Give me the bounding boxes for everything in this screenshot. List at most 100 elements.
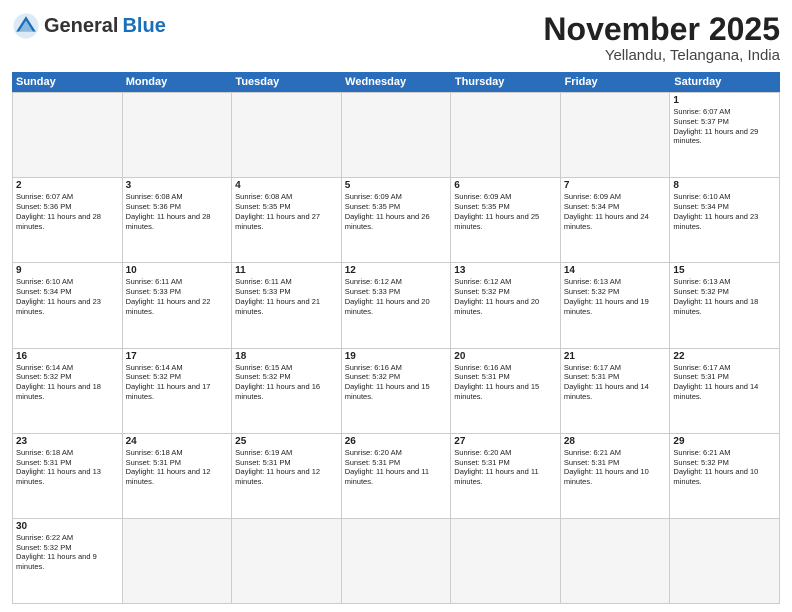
- cell-info: Sunrise: 6:12 AM Sunset: 5:32 PM Dayligh…: [454, 277, 557, 316]
- cell-date: 11: [235, 265, 338, 276]
- calendar-body: 1Sunrise: 6:07 AM Sunset: 5:37 PM Daylig…: [12, 92, 780, 604]
- calendar-cell: 30Sunrise: 6:22 AM Sunset: 5:32 PM Dayli…: [13, 519, 123, 603]
- calendar-cell: 8Sunrise: 6:10 AM Sunset: 5:34 PM Daylig…: [670, 178, 780, 262]
- calendar-cell: 9Sunrise: 6:10 AM Sunset: 5:34 PM Daylig…: [13, 263, 123, 347]
- cell-info: Sunrise: 6:08 AM Sunset: 5:35 PM Dayligh…: [235, 192, 338, 231]
- cell-date: 18: [235, 351, 338, 362]
- page: General Blue November 2025 Yellandu, Tel…: [0, 0, 792, 612]
- cell-info: Sunrise: 6:22 AM Sunset: 5:32 PM Dayligh…: [16, 533, 119, 572]
- month-title: November 2025: [543, 12, 780, 47]
- cell-date: 8: [673, 180, 776, 191]
- cell-info: Sunrise: 6:11 AM Sunset: 5:33 PM Dayligh…: [126, 277, 229, 316]
- day-header-friday: Friday: [561, 72, 671, 92]
- cell-info: Sunrise: 6:15 AM Sunset: 5:32 PM Dayligh…: [235, 363, 338, 402]
- cell-info: Sunrise: 6:13 AM Sunset: 5:32 PM Dayligh…: [564, 277, 667, 316]
- cell-info: Sunrise: 6:07 AM Sunset: 5:37 PM Dayligh…: [673, 107, 776, 146]
- calendar-row-4: 23Sunrise: 6:18 AM Sunset: 5:31 PM Dayli…: [13, 434, 780, 519]
- calendar-row-1: 2Sunrise: 6:07 AM Sunset: 5:36 PM Daylig…: [13, 178, 780, 263]
- calendar-cell: 5Sunrise: 6:09 AM Sunset: 5:35 PM Daylig…: [342, 178, 452, 262]
- calendar-cell: 23Sunrise: 6:18 AM Sunset: 5:31 PM Dayli…: [13, 434, 123, 518]
- logo-area: General Blue: [12, 12, 166, 40]
- calendar-cell: 20Sunrise: 6:16 AM Sunset: 5:31 PM Dayli…: [451, 349, 561, 433]
- calendar-row-3: 16Sunrise: 6:14 AM Sunset: 5:32 PM Dayli…: [13, 349, 780, 434]
- cell-date: 25: [235, 436, 338, 447]
- logo: General Blue: [12, 12, 166, 40]
- calendar-cell: 26Sunrise: 6:20 AM Sunset: 5:31 PM Dayli…: [342, 434, 452, 518]
- cell-info: Sunrise: 6:10 AM Sunset: 5:34 PM Dayligh…: [673, 192, 776, 231]
- cell-info: Sunrise: 6:14 AM Sunset: 5:32 PM Dayligh…: [16, 363, 119, 402]
- calendar-cell: 22Sunrise: 6:17 AM Sunset: 5:31 PM Dayli…: [670, 349, 780, 433]
- cell-info: Sunrise: 6:21 AM Sunset: 5:32 PM Dayligh…: [673, 448, 776, 487]
- calendar-cell: 14Sunrise: 6:13 AM Sunset: 5:32 PM Dayli…: [561, 263, 671, 347]
- calendar-cell: 21Sunrise: 6:17 AM Sunset: 5:31 PM Dayli…: [561, 349, 671, 433]
- cell-info: Sunrise: 6:14 AM Sunset: 5:32 PM Dayligh…: [126, 363, 229, 402]
- cell-date: 21: [564, 351, 667, 362]
- calendar-cell: [670, 519, 780, 603]
- cell-info: Sunrise: 6:07 AM Sunset: 5:36 PM Dayligh…: [16, 192, 119, 231]
- cell-date: 15: [673, 265, 776, 276]
- calendar-cell: [451, 519, 561, 603]
- cell-info: Sunrise: 6:12 AM Sunset: 5:33 PM Dayligh…: [345, 277, 448, 316]
- calendar-row-2: 9Sunrise: 6:10 AM Sunset: 5:34 PM Daylig…: [13, 263, 780, 348]
- cell-info: Sunrise: 6:10 AM Sunset: 5:34 PM Dayligh…: [16, 277, 119, 316]
- cell-date: 17: [126, 351, 229, 362]
- calendar-cell: 29Sunrise: 6:21 AM Sunset: 5:32 PM Dayli…: [670, 434, 780, 518]
- cell-info: Sunrise: 6:08 AM Sunset: 5:36 PM Dayligh…: [126, 192, 229, 231]
- calendar-cell: 27Sunrise: 6:20 AM Sunset: 5:31 PM Dayli…: [451, 434, 561, 518]
- calendar-cell: 19Sunrise: 6:16 AM Sunset: 5:32 PM Dayli…: [342, 349, 452, 433]
- calendar-row-5: 30Sunrise: 6:22 AM Sunset: 5:32 PM Dayli…: [13, 519, 780, 604]
- calendar-cell: [232, 519, 342, 603]
- cell-date: 6: [454, 180, 557, 191]
- cell-date: 16: [16, 351, 119, 362]
- cell-info: Sunrise: 6:18 AM Sunset: 5:31 PM Dayligh…: [126, 448, 229, 487]
- logo-icon: [12, 12, 40, 40]
- calendar-cell: 25Sunrise: 6:19 AM Sunset: 5:31 PM Dayli…: [232, 434, 342, 518]
- cell-date: 5: [345, 180, 448, 191]
- cell-date: 30: [16, 521, 119, 532]
- calendar-cell: 13Sunrise: 6:12 AM Sunset: 5:32 PM Dayli…: [451, 263, 561, 347]
- calendar-cell: [123, 93, 233, 177]
- logo-text-blue: Blue: [122, 15, 165, 38]
- cell-date: 10: [126, 265, 229, 276]
- calendar-cell: 2Sunrise: 6:07 AM Sunset: 5:36 PM Daylig…: [13, 178, 123, 262]
- calendar-cell: 11Sunrise: 6:11 AM Sunset: 5:33 PM Dayli…: [232, 263, 342, 347]
- calendar-cell: 15Sunrise: 6:13 AM Sunset: 5:32 PM Dayli…: [670, 263, 780, 347]
- calendar-cell: [232, 93, 342, 177]
- cell-info: Sunrise: 6:20 AM Sunset: 5:31 PM Dayligh…: [454, 448, 557, 487]
- calendar-cell: [123, 519, 233, 603]
- calendar-cell: 3Sunrise: 6:08 AM Sunset: 5:36 PM Daylig…: [123, 178, 233, 262]
- calendar-cell: 12Sunrise: 6:12 AM Sunset: 5:33 PM Dayli…: [342, 263, 452, 347]
- day-header-thursday: Thursday: [451, 72, 561, 92]
- cell-date: 22: [673, 351, 776, 362]
- cell-date: 26: [345, 436, 448, 447]
- calendar-cell: 17Sunrise: 6:14 AM Sunset: 5:32 PM Dayli…: [123, 349, 233, 433]
- cell-date: 29: [673, 436, 776, 447]
- cell-info: Sunrise: 6:18 AM Sunset: 5:31 PM Dayligh…: [16, 448, 119, 487]
- calendar-cell: 1Sunrise: 6:07 AM Sunset: 5:37 PM Daylig…: [670, 93, 780, 177]
- calendar-cell: [561, 93, 671, 177]
- cell-info: Sunrise: 6:16 AM Sunset: 5:32 PM Dayligh…: [345, 363, 448, 402]
- cell-date: 7: [564, 180, 667, 191]
- cell-date: 28: [564, 436, 667, 447]
- calendar-cell: [13, 93, 123, 177]
- cell-info: Sunrise: 6:17 AM Sunset: 5:31 PM Dayligh…: [673, 363, 776, 402]
- day-header-sunday: Sunday: [12, 72, 122, 92]
- location: Yellandu, Telangana, India: [543, 47, 780, 64]
- cell-info: Sunrise: 6:20 AM Sunset: 5:31 PM Dayligh…: [345, 448, 448, 487]
- cell-info: Sunrise: 6:21 AM Sunset: 5:31 PM Dayligh…: [564, 448, 667, 487]
- calendar-cell: 7Sunrise: 6:09 AM Sunset: 5:34 PM Daylig…: [561, 178, 671, 262]
- calendar-row-0: 1Sunrise: 6:07 AM Sunset: 5:37 PM Daylig…: [13, 93, 780, 178]
- day-header-saturday: Saturday: [670, 72, 780, 92]
- cell-info: Sunrise: 6:13 AM Sunset: 5:32 PM Dayligh…: [673, 277, 776, 316]
- calendar-cell: [342, 519, 452, 603]
- day-headers: SundayMondayTuesdayWednesdayThursdayFrid…: [12, 72, 780, 92]
- cell-date: 12: [345, 265, 448, 276]
- cell-info: Sunrise: 6:09 AM Sunset: 5:35 PM Dayligh…: [345, 192, 448, 231]
- day-header-monday: Monday: [122, 72, 232, 92]
- calendar-cell: [451, 93, 561, 177]
- calendar-cell: 28Sunrise: 6:21 AM Sunset: 5:31 PM Dayli…: [561, 434, 671, 518]
- calendar-cell: [561, 519, 671, 603]
- day-header-wednesday: Wednesday: [341, 72, 451, 92]
- cell-date: 13: [454, 265, 557, 276]
- cell-info: Sunrise: 6:17 AM Sunset: 5:31 PM Dayligh…: [564, 363, 667, 402]
